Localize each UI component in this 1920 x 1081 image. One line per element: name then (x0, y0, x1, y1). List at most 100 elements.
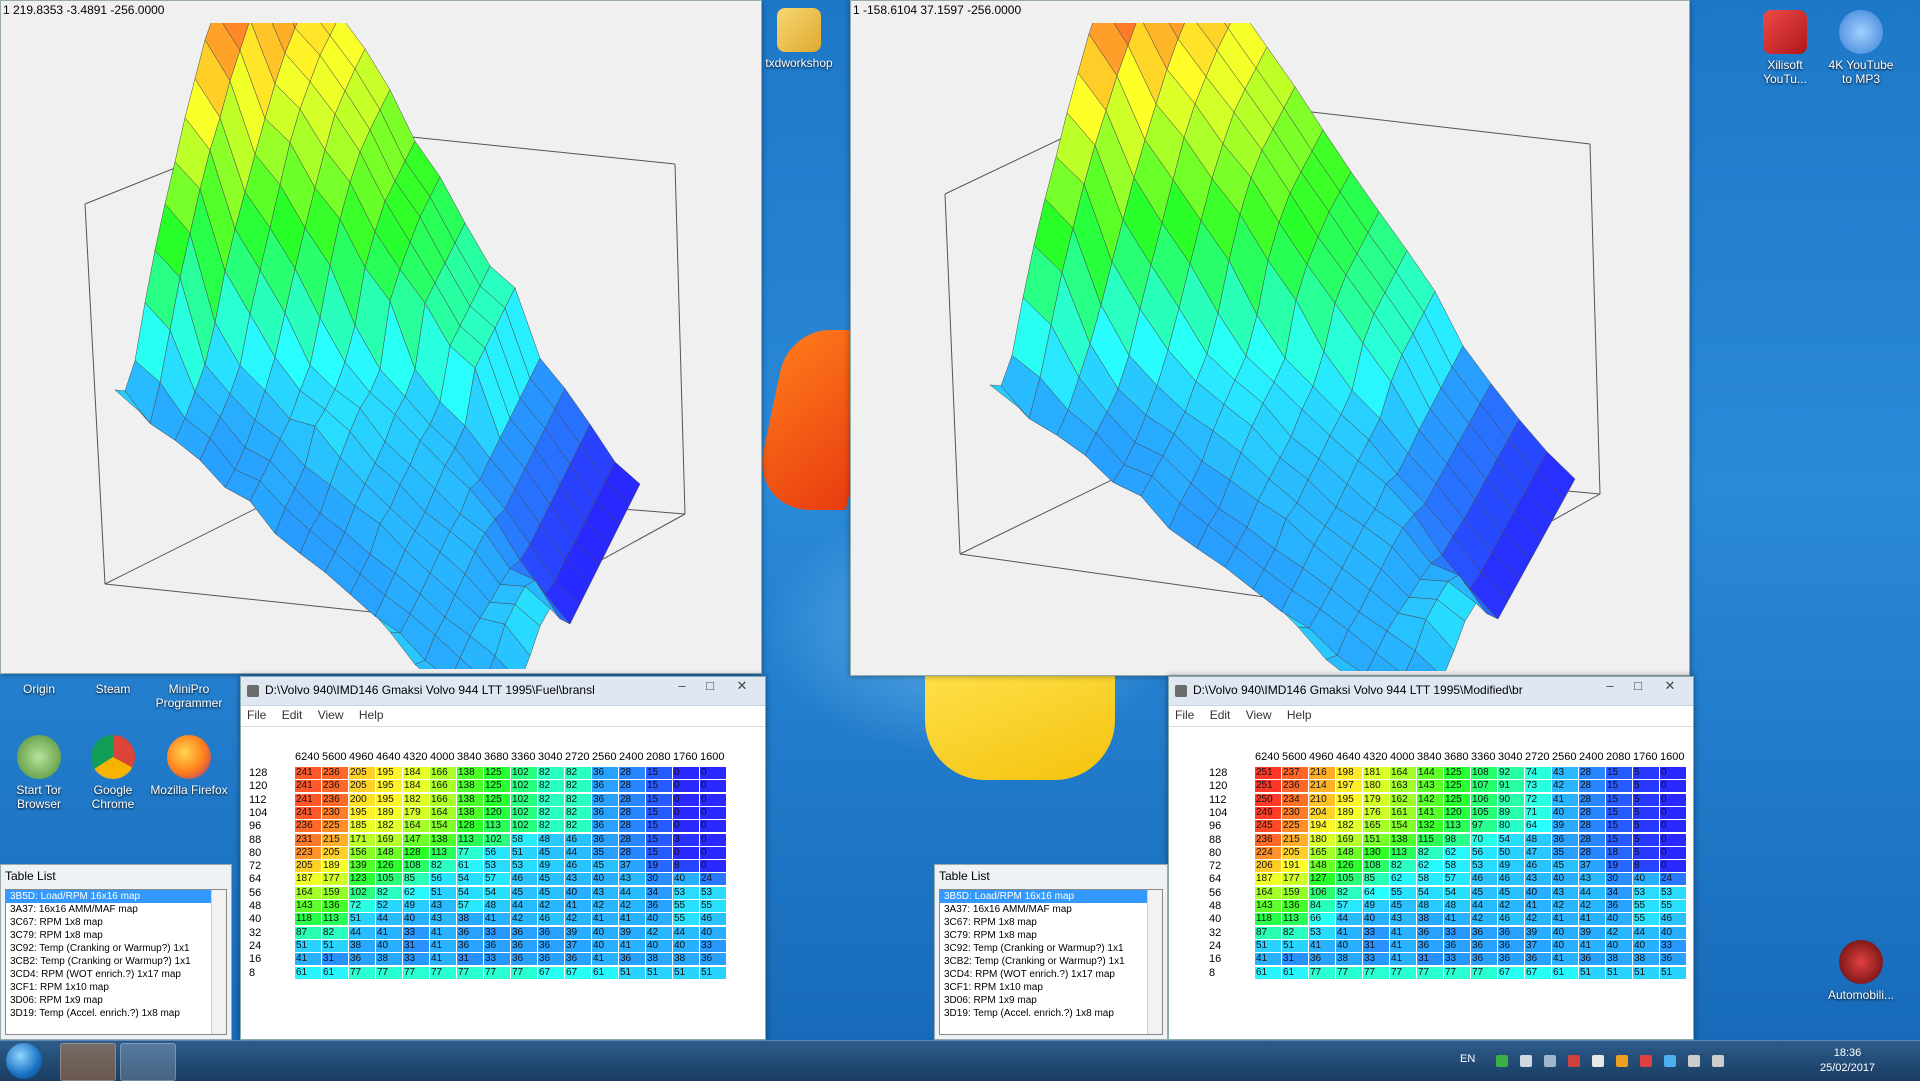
map-cell[interactable]: 45 (538, 886, 564, 899)
map-cell[interactable]: 33 (1660, 939, 1686, 952)
map-cell[interactable]: 56 (484, 846, 510, 859)
map-cell[interactable]: 40 (403, 913, 429, 926)
map-cell[interactable]: 0 (700, 780, 726, 793)
map-cell[interactable]: 45 (538, 873, 564, 886)
map-cell[interactable]: 234 (1282, 793, 1308, 806)
map-cell[interactable]: 61 (322, 966, 348, 979)
map-cell[interactable]: 38 (349, 939, 375, 952)
map-cell[interactable]: 19 (1606, 860, 1632, 873)
network-icon[interactable] (1688, 1055, 1700, 1067)
map-cell[interactable]: 143 (295, 900, 321, 912)
map-cell[interactable]: 57 (1336, 900, 1362, 912)
map-cell[interactable]: 41 (1309, 939, 1335, 952)
map-cell[interactable]: 210 (1309, 793, 1335, 806)
map-cell[interactable]: 102 (511, 793, 537, 806)
map-cell[interactable]: 87 (1255, 926, 1281, 939)
map-cell[interactable]: 82 (1282, 926, 1308, 939)
map-cell[interactable]: 97 (1471, 820, 1497, 833)
map-cell[interactable]: 205 (322, 846, 348, 859)
maximize-button[interactable]: □ (697, 677, 723, 697)
map-cell[interactable]: 41 (1444, 913, 1470, 926)
desktop-icon-tor[interactable]: Start Tor Browser (0, 735, 78, 811)
map-cell[interactable]: 66 (1309, 913, 1335, 926)
map-cell[interactable]: 36 (538, 939, 564, 952)
map-cell[interactable]: 33 (403, 926, 429, 939)
map-cell[interactable]: 82 (565, 780, 591, 793)
map-cell[interactable]: 33 (1363, 926, 1389, 939)
map-cell[interactable]: 138 (430, 833, 456, 846)
map-cell[interactable]: 64 (1525, 820, 1551, 833)
map-cell[interactable]: 41 (619, 913, 645, 926)
map-cell[interactable]: 189 (376, 806, 402, 819)
map-cell[interactable]: 161 (1390, 806, 1416, 819)
clock[interactable]: 18:36 25/02/2017 (1820, 1046, 1875, 1076)
map-cell[interactable]: 85 (403, 873, 429, 886)
map-cell[interactable]: 82 (538, 820, 564, 833)
map-cell[interactable]: 45 (1390, 900, 1416, 912)
map-cell[interactable]: 163 (1390, 780, 1416, 793)
map-cell[interactable]: 45 (592, 860, 618, 873)
map-cell[interactable]: 236 (322, 793, 348, 806)
map-cell[interactable]: 154 (430, 820, 456, 833)
map-cell[interactable]: 43 (430, 913, 456, 926)
map-cell[interactable]: 28 (619, 833, 645, 846)
map-cell[interactable]: 36 (592, 806, 618, 819)
map-cell[interactable]: 164 (403, 820, 429, 833)
map-cell[interactable]: 28 (619, 767, 645, 779)
map-cell[interactable]: 236 (295, 820, 321, 833)
map-cell[interactable]: 51 (1282, 939, 1308, 952)
map-cell[interactable]: 43 (619, 873, 645, 886)
map-cell[interactable]: 43 (565, 873, 591, 886)
map-cell[interactable]: 15 (646, 833, 672, 846)
tray-icon[interactable] (1568, 1055, 1580, 1067)
map-cell[interactable]: 138 (457, 793, 483, 806)
map-cell[interactable]: 43 (592, 886, 618, 899)
map-cell[interactable]: 61 (1255, 966, 1281, 979)
map-cell[interactable]: 36 (1309, 953, 1335, 966)
map-cell[interactable]: 51 (619, 966, 645, 979)
desktop-icon-xilisoft[interactable]: Xilisoft YouTu... (1746, 10, 1824, 86)
map-cell[interactable]: 40 (1336, 939, 1362, 952)
map-cell[interactable]: 24 (1660, 873, 1686, 886)
map-cell[interactable]: 51 (430, 886, 456, 899)
map-cell[interactable]: 236 (322, 767, 348, 779)
map-cell[interactable]: 125 (1444, 780, 1470, 793)
map-cell[interactable]: 195 (349, 806, 375, 819)
map-cell[interactable]: 241 (295, 793, 321, 806)
scrollbar[interactable] (1147, 890, 1162, 1034)
map-cell[interactable]: 38 (673, 953, 699, 966)
map-cell[interactable]: 56 (430, 873, 456, 886)
map-cell[interactable]: 15 (1606, 806, 1632, 819)
map-cell[interactable]: 162 (1390, 793, 1416, 806)
map-cell[interactable]: 39 (1552, 820, 1578, 833)
language-indicator[interactable]: EN (1460, 1053, 1475, 1065)
map-cell[interactable]: 82 (565, 767, 591, 779)
taskbar-firefox[interactable] (60, 1043, 116, 1081)
map-cell[interactable]: 46 (700, 913, 726, 926)
map-cell[interactable]: 36 (1660, 953, 1686, 966)
map-cell[interactable]: 51 (1660, 966, 1686, 979)
table-list-item[interactable]: 3D06: RPM 1x9 map (6, 994, 226, 1007)
map-cell[interactable]: 128 (457, 820, 483, 833)
map-cell[interactable]: 36 (538, 953, 564, 966)
map-cell[interactable]: 127 (1309, 873, 1335, 886)
map-cell[interactable]: 36 (1417, 926, 1443, 939)
map-cell[interactable]: 102 (349, 886, 375, 899)
map-cell[interactable]: 125 (484, 767, 510, 779)
map-cell[interactable]: 241 (295, 806, 321, 819)
table-list-item[interactable]: 3B5D: Load/RPM 16x16 map (6, 890, 226, 903)
map-cell[interactable]: 70 (1471, 833, 1497, 846)
map-cell[interactable]: 46 (1498, 873, 1524, 886)
map-cell[interactable]: 143 (1417, 780, 1443, 793)
map-cell[interactable]: 28 (619, 806, 645, 819)
map-cell[interactable]: 40 (673, 939, 699, 952)
map-cell[interactable]: 118 (1255, 913, 1281, 926)
surface-plot-canvas[interactable] (855, 23, 1685, 671)
map-cell[interactable]: 54 (457, 873, 483, 886)
map-cell[interactable]: 51 (700, 966, 726, 979)
map-cell[interactable]: 205 (349, 767, 375, 779)
map-cell[interactable]: 54 (457, 886, 483, 899)
map-cell[interactable]: 0 (1660, 833, 1686, 846)
map-cell[interactable]: 61 (1282, 966, 1308, 979)
map-cell[interactable]: 42 (1471, 913, 1497, 926)
